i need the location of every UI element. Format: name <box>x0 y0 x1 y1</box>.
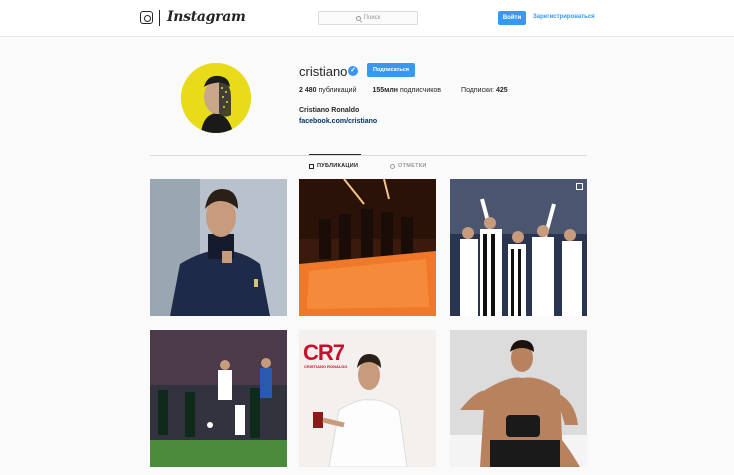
cr7-brand-subtitle: CRISTIANO RONALDO <box>304 364 348 369</box>
followers-count: 155млн <box>372 87 399 94</box>
posts-label: публикаций <box>318 87 357 94</box>
verified-badge-icon: ✓ <box>348 66 358 76</box>
posts-count: 2 480 <box>299 87 317 94</box>
grid-icon <box>309 163 314 169</box>
search-icon <box>355 15 361 21</box>
profile-username: cristiano <box>299 64 348 79</box>
tag-icon <box>390 163 395 169</box>
post-thumbnail[interactable] <box>150 330 287 467</box>
tabs-divider <box>150 155 587 156</box>
following-label: Подписки: <box>461 87 495 94</box>
tab-tagged[interactable]: ОТМЕТКИ <box>390 163 427 169</box>
logo-divider <box>159 10 160 26</box>
signup-link[interactable]: Зарегистрироваться <box>533 14 595 20</box>
tab-tagged-label: ОТМЕТКИ <box>398 163 427 169</box>
posts-stat: 2 480 публикаций <box>299 87 356 94</box>
following-stat[interactable]: Подписки: 425 <box>461 87 508 94</box>
carousel-icon <box>576 183 583 190</box>
profile-full-name: Cristiano Ronaldo <box>299 107 360 114</box>
login-button[interactable]: Войти <box>498 11 526 25</box>
post-thumbnail[interactable] <box>299 179 436 316</box>
instagram-wordmark[interactable]: Instagram <box>167 9 246 25</box>
search-placeholder: Поиск <box>363 15 381 21</box>
follow-button[interactable]: Подписаться <box>367 63 415 77</box>
instagram-camera-icon[interactable] <box>140 11 153 24</box>
active-tab-indicator <box>309 154 361 155</box>
search-input[interactable]: Поиск <box>318 11 418 25</box>
post-thumbnail[interactable] <box>450 330 587 467</box>
followers-label: подписчиков <box>399 87 442 94</box>
post-thumbnail[interactable]: CR7 CRISTIANO RONALDO <box>299 330 436 467</box>
tab-posts[interactable]: ПУБЛИКАЦИИ <box>309 163 358 169</box>
profile-avatar[interactable] <box>181 63 251 133</box>
post-thumbnail[interactable] <box>150 179 287 316</box>
post-thumbnail[interactable] <box>450 179 587 316</box>
top-navigation-bar: Instagram Поиск Войти Зарегистрироваться <box>0 0 734 37</box>
profile-external-link[interactable]: facebook.com/cristiano <box>299 118 377 125</box>
profile-stats: 2 480 публикаций 155млн подписчиков Подп… <box>299 87 508 94</box>
followers-stat[interactable]: 155млн подписчиков <box>372 87 441 94</box>
cr7-brand-text: CR7 <box>303 340 345 365</box>
following-count: 425 <box>495 87 508 94</box>
tab-posts-label: ПУБЛИКАЦИИ <box>317 163 359 169</box>
